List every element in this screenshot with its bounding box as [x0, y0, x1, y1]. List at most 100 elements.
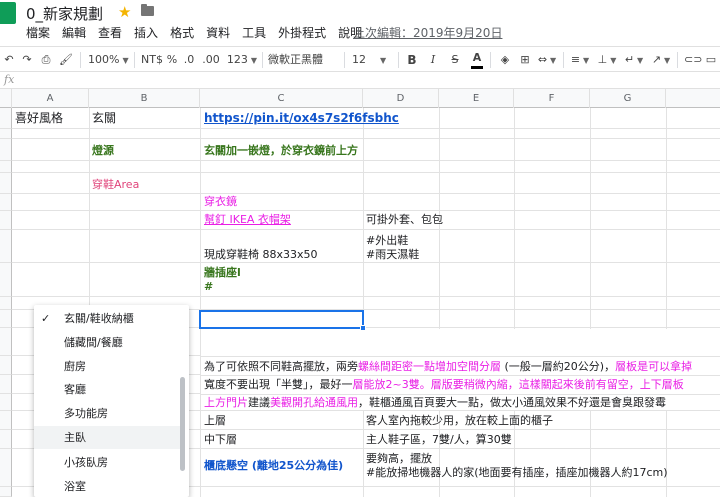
text-color-button[interactable]: A — [471, 51, 483, 69]
row-header[interactable] — [0, 411, 12, 430]
row-header[interactable] — [0, 356, 12, 375]
row-header[interactable] — [0, 328, 12, 356]
last-edit-link[interactable]: 上次編輯：2019年9月20日 — [353, 24, 502, 41]
vertical-align-icon[interactable]: ⊥ ▼ — [596, 51, 618, 69]
validation-dropdown[interactable]: ✓ 玄關/鞋收納櫃 儲藏間/餐廳 廚房 客廳 多功能房 主臥 小孩臥房 浴室 — [34, 305, 189, 497]
column-header-e[interactable]: E — [439, 89, 514, 108]
dropdown-scrollbar[interactable] — [180, 377, 185, 471]
row-header[interactable] — [0, 161, 12, 173]
merge-cells-icon[interactable]: ⇔ ▼ — [537, 51, 557, 69]
menu-insert[interactable]: 插入 — [134, 24, 158, 41]
cell-c12[interactable]: 為了可依照不同鞋高擺放，兩旁螺絲間距密一點增加空間分層 (一般一層約20公分)，… — [204, 360, 692, 374]
row-header[interactable] — [0, 430, 12, 449]
percent-format-button[interactable]: % — [166, 51, 178, 69]
dropdown-option[interactable]: 浴室 — [34, 475, 182, 497]
cell-a1[interactable]: 喜好風格 — [15, 111, 63, 125]
cell-d8-line1[interactable]: #外出鞋 — [366, 234, 408, 248]
cell-d17-line1[interactable]: 要夠高，擺放 — [366, 452, 432, 466]
dropdown-option[interactable]: 廚房 — [34, 355, 182, 378]
row-header[interactable] — [0, 394, 12, 411]
text-wrap-icon[interactable]: ↵ ▼ — [623, 51, 645, 69]
select-all-corner[interactable] — [0, 89, 12, 108]
menu-addons[interactable]: 外掛程式 — [278, 24, 326, 41]
column-header-g[interactable]: G — [590, 89, 666, 108]
cell-c7[interactable]: 幫釘 IKEA 衣帽架 — [204, 213, 291, 227]
more-formats-select[interactable]: 123 ▼ — [226, 51, 258, 69]
menu-file[interactable]: 檔案 — [26, 24, 50, 41]
currency-format-button[interactable]: NT$ — [140, 51, 164, 69]
column-header-b[interactable]: B — [89, 89, 200, 108]
cell-d8-line2[interactable]: #雨天濕鞋 — [366, 248, 419, 262]
fill-color-icon[interactable]: ◈ — [498, 51, 512, 69]
font-family-select[interactable]: 微軟正黑體▼ — [268, 51, 340, 83]
cell-c8[interactable]: 現成穿鞋椅 88x33x50 — [204, 248, 318, 262]
decrease-decimal-button[interactable]: .0 — [181, 51, 197, 69]
folder-icon[interactable] — [141, 4, 154, 16]
zoom-select[interactable]: 100% ▼ — [88, 51, 129, 69]
sheets-logo-icon[interactable] — [0, 2, 16, 24]
selected-cell-c11[interactable] — [199, 310, 366, 331]
column-header-h[interactable] — [666, 89, 720, 108]
fill-handle[interactable] — [360, 325, 366, 331]
cell-b1[interactable]: 玄關 — [92, 111, 116, 125]
row-header[interactable] — [0, 487, 12, 497]
strikethrough-button[interactable]: S — [449, 51, 461, 69]
row-header[interactable] — [0, 263, 12, 297]
cell-b5[interactable]: 穿鞋Area — [92, 178, 139, 192]
cell-d17-line2[interactable]: #能放掃地機器人的家(地面要有插座，插座加機器人約17cm) — [366, 466, 668, 480]
print-icon[interactable]: ⎙ — [39, 51, 53, 69]
cell-c14[interactable]: 上方門片建議美觀開孔給通風用，鞋櫃通風百頁要大一點，做太小通風效果不好還是會臭跟… — [204, 396, 666, 410]
cell-c13[interactable]: 寬度不要出現「半雙」，最好一層能放2~3雙。層版要稍微內縮，這樣關起來後前有留空… — [204, 378, 684, 392]
cell-c17[interactable]: 櫃底懸空 (離地25公分為佳) — [204, 459, 343, 473]
dropdown-option[interactable]: 客廳 — [34, 378, 182, 401]
italic-button[interactable]: I — [427, 51, 439, 69]
column-header-d[interactable]: D — [363, 89, 439, 108]
bold-button[interactable]: B — [405, 51, 419, 69]
row-header[interactable] — [0, 129, 12, 139]
row-header[interactable] — [0, 211, 12, 230]
dropdown-option[interactable]: 小孩臥房 — [34, 451, 182, 474]
cell-c6[interactable]: 穿衣鏡 — [204, 195, 237, 209]
menu-tools[interactable]: 工具 — [242, 24, 266, 41]
column-header-f[interactable]: F — [514, 89, 590, 108]
row-header[interactable] — [0, 139, 12, 161]
menu-data[interactable]: 資料 — [206, 24, 230, 41]
horizontal-align-icon[interactable]: ≡ ▼ — [569, 51, 591, 69]
dropdown-option[interactable]: ✓ 玄關/鞋收納櫃 — [34, 307, 182, 330]
menu-view[interactable]: 查看 — [98, 24, 122, 41]
row-header[interactable] — [0, 310, 12, 328]
column-header-c[interactable]: C — [200, 89, 363, 108]
cell-c15[interactable]: 上層 — [204, 414, 226, 428]
increase-decimal-button[interactable]: .00 — [199, 51, 223, 69]
star-icon[interactable]: ★ — [118, 3, 131, 21]
cell-d16[interactable]: 主人鞋子區，7雙/人，算30雙 — [366, 433, 512, 447]
cell-b3[interactable]: 燈源 — [92, 144, 114, 158]
cell-d15[interactable]: 客人室內拖較少用，放在較上面的櫃子 — [366, 414, 553, 428]
menu-format[interactable]: 格式 — [170, 24, 194, 41]
row-header[interactable] — [0, 297, 12, 310]
row-header[interactable] — [0, 194, 12, 211]
redo-icon[interactable]: ↷ — [20, 51, 34, 69]
row-header[interactable] — [0, 449, 12, 487]
paint-format-icon[interactable]: 🖌︎ — [59, 51, 73, 69]
dropdown-option[interactable]: 多功能房 — [34, 402, 182, 425]
cell-c3[interactable]: 玄關加一嵌燈，於穿衣鏡前上方 — [204, 144, 358, 158]
cell-c9-line1[interactable]: 牆插座l — [204, 266, 241, 280]
cell-c9-line2[interactable]: # — [204, 280, 213, 294]
dropdown-option-hovered[interactable]: 主臥 — [34, 426, 182, 449]
dropdown-option[interactable]: 儲藏間/餐廳 — [34, 331, 182, 354]
column-header-a[interactable]: A — [12, 89, 89, 108]
row-header[interactable] — [0, 375, 12, 394]
row-header[interactable] — [0, 108, 12, 129]
font-size-select[interactable]: 12 ▼ — [352, 51, 392, 69]
cell-c16[interactable]: 中下層 — [204, 433, 237, 447]
row-header[interactable] — [0, 230, 12, 263]
row-header[interactable] — [0, 173, 12, 194]
menu-edit[interactable]: 編輯 — [62, 24, 86, 41]
formula-bar[interactable]: fx — [0, 72, 720, 89]
cell-c1-link[interactable]: https://pin.it/ox4s7s2f6fsbhc — [204, 111, 399, 125]
insert-comment-icon[interactable]: ▭ — [704, 51, 718, 69]
borders-icon[interactable]: ⊞ — [518, 51, 532, 69]
insert-link-icon[interactable]: ⊂⊃ — [684, 51, 702, 69]
document-title[interactable]: 0_新家規劃 — [26, 3, 103, 24]
